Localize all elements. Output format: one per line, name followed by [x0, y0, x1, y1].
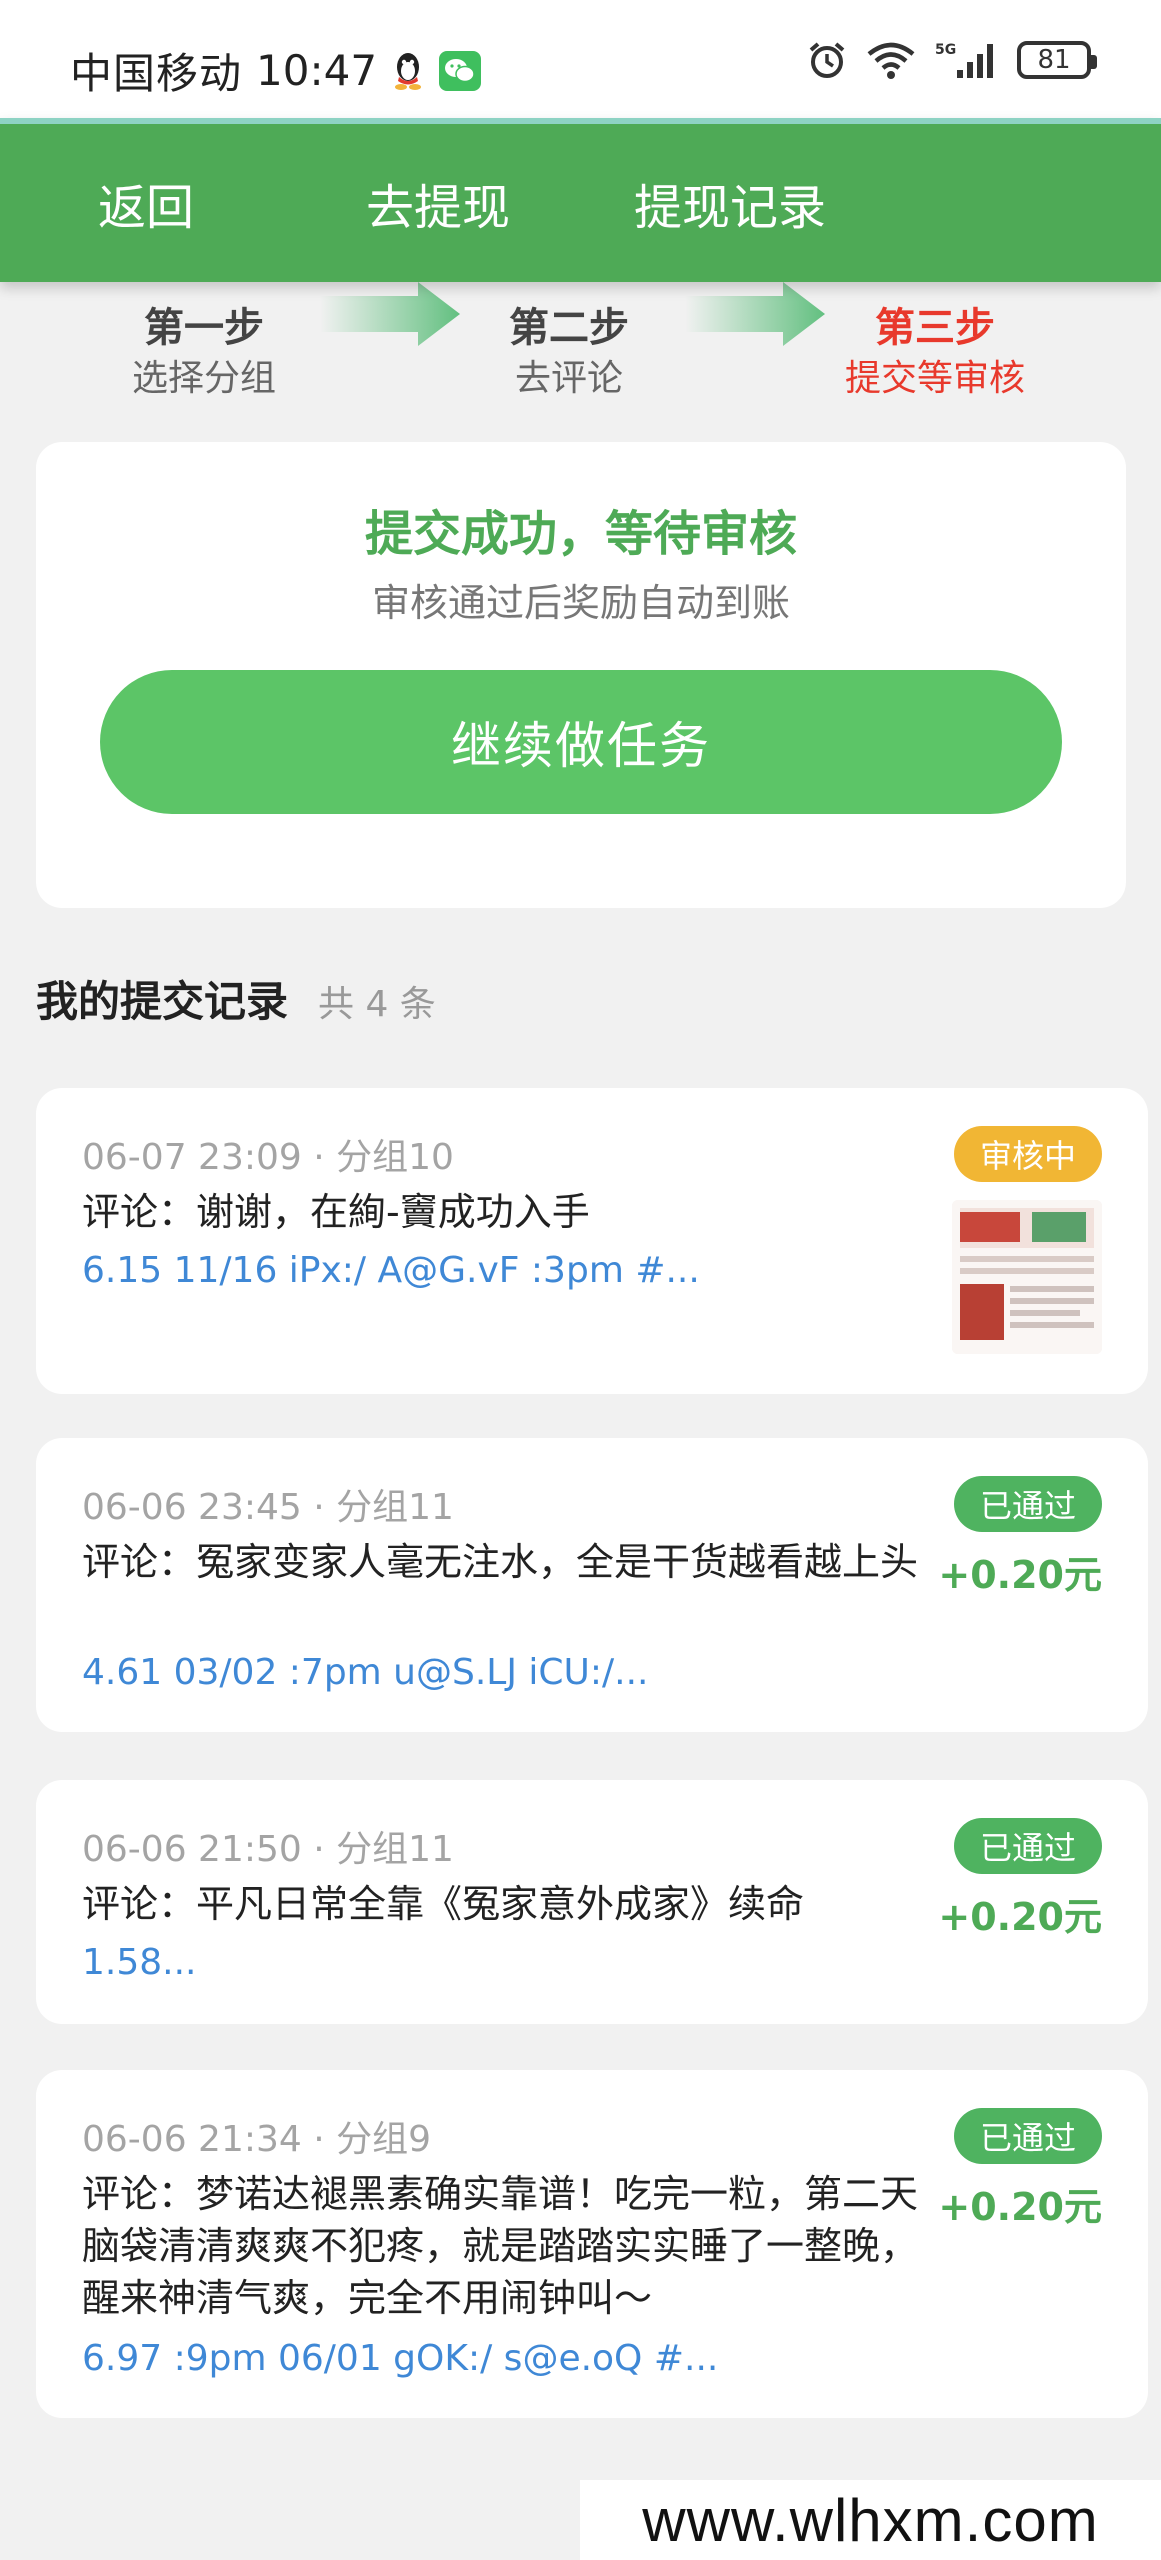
status-bar-right: 5G 81 — [807, 40, 1097, 80]
reward-amount: +0.20元 — [938, 1553, 1102, 1597]
record-card[interactable]: 06-06 21:50 · 分组11 评论：平凡日常全靠《冤家意外成家》续命 1… — [36, 1780, 1148, 2024]
success-title: 提交成功，等待审核 — [364, 506, 797, 562]
carrier-name: 中国移动 — [70, 49, 243, 98]
status-badge: 已通过 — [953, 2108, 1102, 2164]
step-2: 第二步 去评论 — [439, 302, 699, 404]
progress-steps: 第一步 选择分组 第二步 去评论 第三步 提交等审核 — [0, 282, 1161, 412]
step-1: 第一步 选择分组 — [74, 302, 334, 404]
step-arrow-icon — [685, 282, 825, 346]
svg-text:5G: 5G — [935, 42, 956, 58]
battery-indicator: 81 — [1017, 41, 1097, 79]
record-card[interactable]: 06-06 21:34 · 分组9 评论：梦诺达褪黑素确实靠谱！吃完一粒，第二天… — [36, 2070, 1148, 2418]
wechat-icon — [439, 50, 482, 91]
withdraw-records-button[interactable]: 提现记录 — [634, 168, 826, 238]
status-badge: 已通过 — [953, 1818, 1102, 1874]
status-bar-left: 中国移动 10:47 — [70, 40, 482, 101]
submit-success-card: 提交成功，等待审核 审核通过后奖励自动到账 继续做任务 — [36, 442, 1126, 908]
record-link[interactable]: 6.97 :9pm 06/01 gOK:/ s@e.oQ #... — [82, 2338, 718, 2379]
step-3: 第三步 提交等审核 — [805, 302, 1065, 404]
status-badge: 审核中 — [953, 1126, 1102, 1182]
record-link[interactable]: 1.58... — [82, 1942, 197, 1983]
back-button[interactable]: 返回 — [98, 168, 194, 238]
record-link[interactable]: 4.61 03/02 :7pm u@S.LJ iCU:/... — [82, 1652, 649, 1693]
step-title: 第一步 — [144, 305, 264, 351]
success-subtitle: 审核通过后奖励自动到账 — [371, 581, 790, 625]
clock: 10:47 — [256, 46, 378, 95]
records-count: 共 4 条 — [318, 984, 436, 1025]
signal-5g-icon: 5G — [935, 40, 999, 80]
record-card[interactable]: 06-07 23:09 · 分组10 评论：谢谢，在絢-竇成功入手 6.15 1… — [36, 1088, 1148, 1394]
step-title: 第二步 — [509, 305, 629, 351]
status-bar: 中国移动 10:47 5G 81 — [0, 0, 1161, 118]
watermark: www.wlhxm.com — [580, 2480, 1161, 2560]
alarm-icon — [807, 40, 847, 80]
record-meta: 06-06 21:34 · 分组9 — [82, 2119, 432, 2160]
step-subtitle: 提交等审核 — [844, 358, 1025, 399]
qq-icon — [391, 51, 425, 91]
records-title: 我的提交记录 — [36, 977, 289, 1026]
records-header: 我的提交记录 共 4 条 — [36, 968, 436, 1029]
record-link[interactable]: 6.15 11/16 iPx:/ A@G.vF :3pm #... — [82, 1250, 700, 1291]
record-meta: 06-06 23:45 · 分组11 — [82, 1487, 454, 1528]
record-comment: 评论：梦诺达褪黑素确实靠谱！吃完一粒，第二天脑袋清清爽爽不犯疼，就是踏踏实实睡了… — [82, 2172, 919, 2320]
withdraw-button[interactable]: 去提现 — [366, 168, 510, 238]
step-subtitle: 去评论 — [514, 358, 623, 399]
top-nav-bar: 返回 去提现 提现记录 — [0, 118, 1161, 282]
record-comment: 评论：冤家变家人毫无注水，全是干货越看越上头 — [82, 1540, 919, 1584]
reward-amount: +0.20元 — [938, 1895, 1102, 1939]
step-subtitle: 选择分组 — [131, 358, 276, 399]
record-comment: 评论：谢谢，在絢-竇成功入手 — [82, 1190, 590, 1234]
reward-amount: +0.20元 — [938, 2185, 1102, 2229]
record-meta: 06-06 21:50 · 分组11 — [82, 1829, 454, 1870]
record-comment: 评论：平凡日常全靠《冤家意外成家》续命 — [82, 1882, 805, 1926]
step-title: 第三步 — [875, 305, 995, 351]
record-card[interactable]: 06-06 23:45 · 分组11 评论：冤家变家人毫无注水，全是干货越看越上… — [36, 1438, 1148, 1732]
screenshot-thumbnail[interactable] — [952, 1200, 1102, 1354]
wifi-icon — [865, 40, 917, 80]
record-meta: 06-07 23:09 · 分组10 — [82, 1137, 454, 1178]
continue-task-button[interactable]: 继续做任务 — [100, 670, 1062, 814]
status-badge: 已通过 — [953, 1476, 1102, 1532]
